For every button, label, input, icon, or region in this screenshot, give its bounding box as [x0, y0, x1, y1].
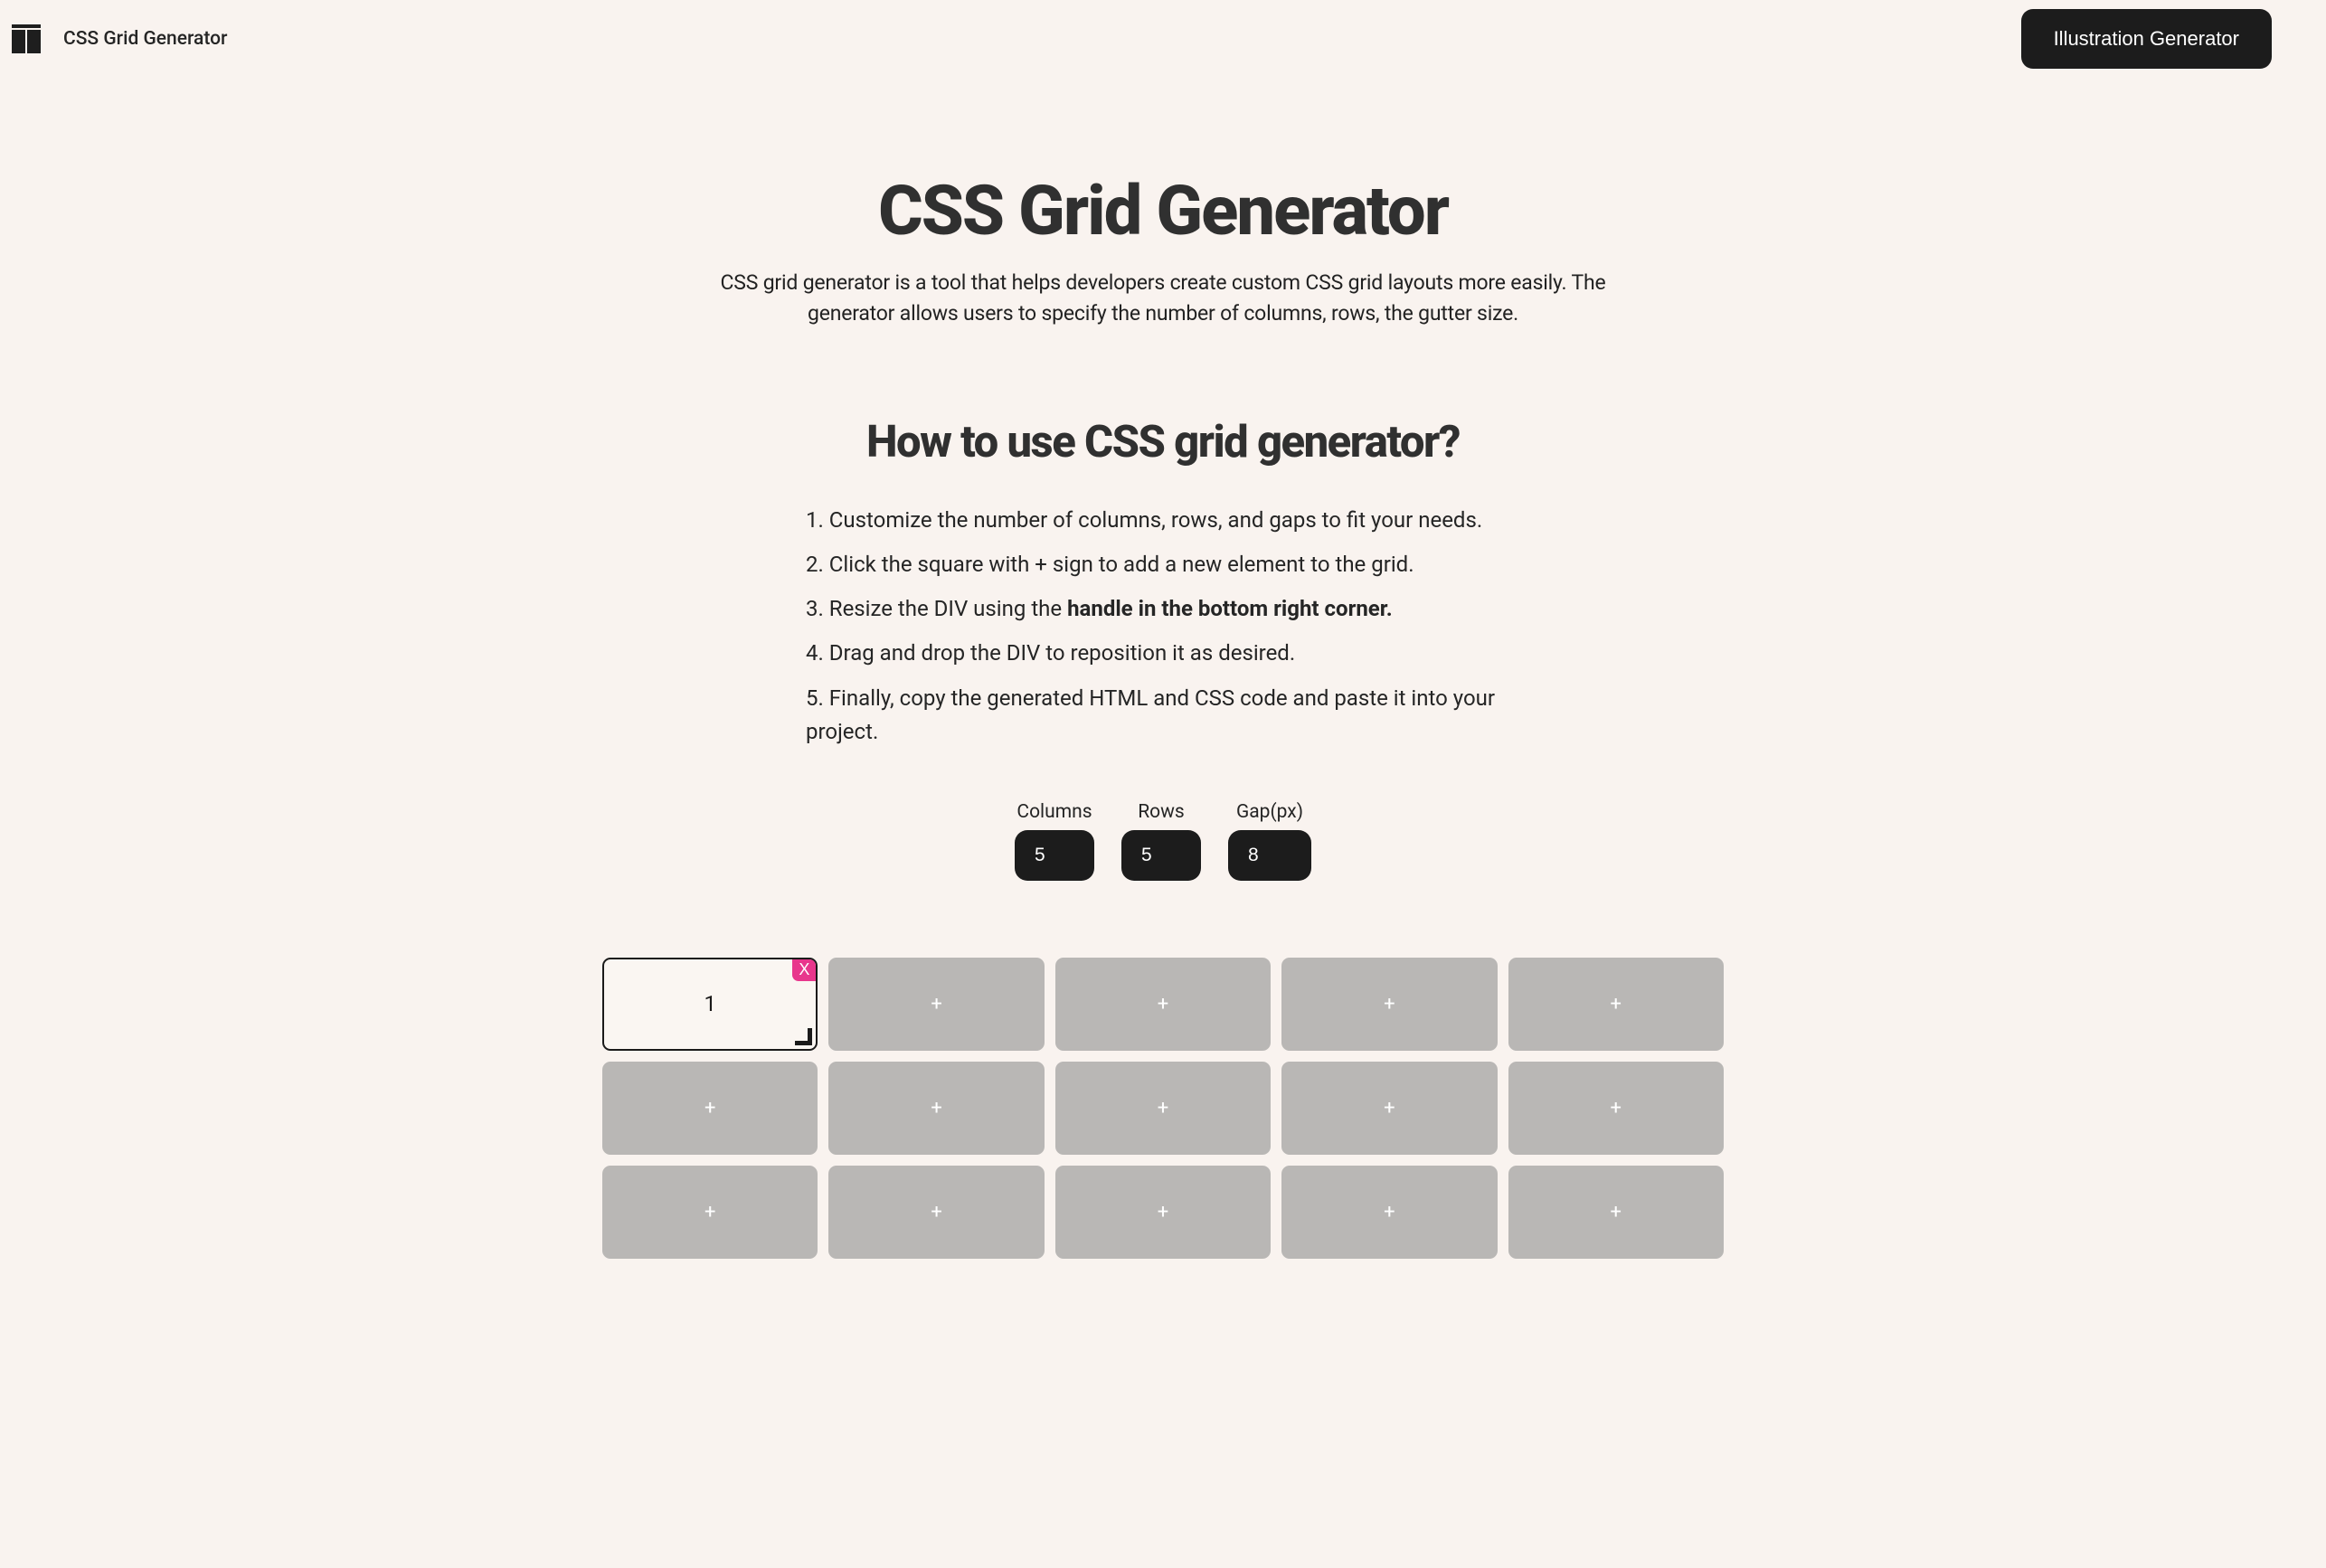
plus-icon: + [704, 1201, 715, 1223]
plus-icon: + [931, 1201, 941, 1223]
plus-icon: + [1384, 1097, 1395, 1119]
grid-cell-add[interactable]: + [1281, 1166, 1497, 1259]
grid-cell-add[interactable]: + [602, 1166, 818, 1259]
grid-div-close-button[interactable]: X [792, 959, 816, 981]
grid-cell-add[interactable]: + [1508, 1166, 1724, 1259]
app-header: CSS Grid Generator Illustration Generato… [0, 0, 2326, 78]
grid-cell-add[interactable]: + [828, 958, 1044, 1051]
grid-cell-add[interactable]: + [1055, 1166, 1271, 1259]
grid-cell-add[interactable]: + [1281, 1062, 1497, 1155]
grid-cell-add[interactable]: + [1055, 1062, 1271, 1155]
grid-cell-add[interactable]: + [828, 1166, 1044, 1259]
header-left: CSS Grid Generator [5, 18, 227, 60]
howto-title: How to use CSS grid generator? [806, 416, 1520, 468]
grid-cell-add[interactable]: + [1508, 1062, 1724, 1155]
plus-icon: + [1158, 1097, 1168, 1119]
plus-icon: + [931, 1097, 941, 1119]
plus-icon: + [704, 1097, 715, 1119]
plus-icon: + [1158, 1201, 1168, 1223]
columns-label: Columns [1016, 801, 1092, 823]
plus-icon: + [1158, 993, 1168, 1015]
app-name: CSS Grid Generator [63, 28, 227, 50]
howto-step-1: 1. Customize the number of columns, rows… [806, 504, 1520, 537]
gap-label: Gap(px) [1236, 801, 1303, 823]
howto-section: How to use CSS grid generator? 1. Custom… [806, 416, 1520, 749]
grid-cell-add[interactable]: + [1055, 958, 1271, 1051]
plus-icon: + [1384, 993, 1395, 1015]
gap-control: Gap(px) [1228, 801, 1311, 881]
illustration-generator-button[interactable]: Illustration Generator [2021, 9, 2272, 69]
howto-step-2: 2. Click the square with + sign to add a… [806, 548, 1520, 581]
page-title: CSS Grid Generator [711, 175, 1615, 248]
page-description: CSS grid generator is a tool that helps … [711, 268, 1615, 330]
howto-step-5: 5. Finally, copy the generated HTML and … [806, 682, 1520, 749]
grid-cell-add[interactable]: + [828, 1062, 1044, 1155]
grid-controls: Columns Rows Gap(px) [711, 801, 1615, 881]
grid-cell-add[interactable]: + [1508, 958, 1724, 1051]
main-content: CSS Grid Generator CSS grid generator is… [693, 78, 1633, 881]
grid-preview: 1 X + + + + + + + + + + + + + + [602, 958, 1724, 1259]
plus-icon: + [1384, 1201, 1395, 1223]
grid-preview-area: 1 X + + + + + + + + + + + + + + [421, 958, 1905, 1286]
rows-input[interactable] [1121, 830, 1201, 881]
grid-cell-add[interactable]: + [1281, 958, 1497, 1051]
howto-step-4: 4. Drag and drop the DIV to reposition i… [806, 637, 1520, 670]
howto-step-3: 3. Resize the DIV using the handle in th… [806, 592, 1520, 626]
plus-icon: + [1611, 1201, 1622, 1223]
rows-label: Rows [1138, 801, 1185, 823]
howto-steps: 1. Customize the number of columns, rows… [806, 504, 1520, 749]
columns-input[interactable] [1015, 830, 1094, 881]
plus-icon: + [1611, 1097, 1622, 1119]
gap-input[interactable] [1228, 830, 1311, 881]
grid-div-label: 1 [704, 991, 716, 1016]
resize-handle-icon[interactable] [799, 1032, 813, 1046]
grid-div-1[interactable]: 1 X [602, 958, 818, 1051]
plus-icon: + [931, 993, 941, 1015]
rows-control: Rows [1121, 801, 1201, 881]
logo-icon [5, 18, 47, 60]
grid-cell-add[interactable]: + [602, 1062, 818, 1155]
columns-control: Columns [1015, 801, 1094, 881]
plus-icon: + [1611, 993, 1622, 1015]
grid-logo-icon [8, 21, 44, 57]
